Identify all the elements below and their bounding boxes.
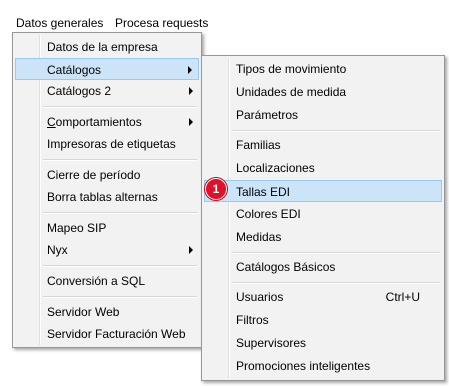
submenu-arrow-icon [188, 66, 192, 74]
menu-item-conversion-sql[interactable]: Conversión a SQL [15, 270, 199, 292]
submenu-item-unidades-medida[interactable]: Unidades de medida [204, 81, 442, 103]
menu-item-impresoras[interactable]: Impresoras de etiquetas [15, 133, 199, 155]
datos-generales-dropdown: Datos de la empresa Catálogos Catálogos … [12, 32, 202, 348]
submenu-arrow-icon [189, 246, 193, 254]
menu-item-label: Comportamientos [47, 111, 142, 133]
menu-separator [232, 252, 440, 254]
menu-item-label: Conversión a SQL [47, 274, 146, 288]
step-number-badge: 1 [205, 178, 227, 200]
menu-item-label: Localizaciones [236, 161, 315, 175]
menu-item-label: Catálogos [47, 63, 102, 77]
menu-item-label: Tallas EDI [236, 185, 291, 199]
submenu-item-filtros[interactable]: Filtros [204, 309, 442, 331]
menu-separator [43, 296, 197, 298]
submenu-item-catalogos-basicos[interactable]: Catálogos Básicos [204, 256, 442, 278]
menu-item-catalogos[interactable]: Catálogos [15, 58, 199, 80]
menu-item-label: Cierre de período [47, 168, 141, 182]
submenu-arrow-icon [189, 118, 193, 126]
menu-separator [43, 265, 197, 267]
menu-item-label: Nyx [47, 243, 68, 257]
menu-item-comportamientos[interactable]: Comportamientos [15, 111, 199, 133]
submenu-arrow-icon [189, 87, 193, 95]
menu-item-label: Servidor Facturación Web [47, 327, 186, 341]
menu-item-label: Unidades de medida [236, 85, 347, 99]
menu-procesa-requests-label: Procesa requests [115, 16, 209, 30]
menu-separator [43, 212, 197, 214]
submenu-item-familias[interactable]: Familias [204, 134, 442, 156]
menu-item-label: Datos de la empresa [47, 40, 158, 54]
submenu-item-parametros[interactable]: Parámetros [204, 104, 442, 126]
catalogos-submenu: Tipos de movimiento Unidades de medida P… [201, 55, 445, 381]
menu-item-label: Servidor Web [47, 305, 120, 319]
menu-item-label: Usuarios [236, 290, 284, 304]
menu-item-servidor-web[interactable]: Servidor Web [15, 301, 199, 323]
menu-item-label: Catálogos 2 [47, 84, 112, 98]
menu-item-catalogos-2[interactable]: Catálogos 2 [15, 80, 199, 102]
menu-separator [43, 159, 197, 161]
menu-procesa-requests[interactable]: Procesa requests [115, 15, 208, 32]
menu-item-label: Promociones inteligentes [236, 359, 371, 373]
submenu-item-tallas-edi[interactable]: Tallas EDI [204, 180, 442, 202]
menu-item-label: Impresoras de etiquetas [47, 137, 176, 151]
menu-item-label: Tipos de movimiento [236, 62, 347, 76]
submenu-item-supervisores[interactable]: Supervisores [204, 332, 442, 354]
menu-bar: Datos generales Procesa requests [0, 0, 449, 32]
submenu-item-medidas[interactable]: Medidas [204, 226, 442, 248]
menu-item-nyx[interactable]: Nyx [15, 239, 199, 261]
menu-datos-generales[interactable]: Datos generales [16, 15, 103, 32]
menu-item-label: Medidas [236, 230, 282, 244]
menu-item-label: Catálogos Básicos [236, 260, 336, 274]
menu-item-label: Familias [236, 138, 281, 152]
menu-item-servidor-facturacion[interactable]: Servidor Facturación Web [15, 323, 199, 345]
shortcut-text: Ctrl+U [385, 290, 420, 304]
submenu-item-promociones[interactable]: Promociones inteligentes [204, 355, 442, 377]
submenu-item-colores-edi[interactable]: Colores EDI [204, 203, 442, 225]
label-rest: omportamientos [55, 115, 142, 129]
submenu-item-usuarios[interactable]: Usuarios Ctrl+U [204, 286, 442, 308]
menu-item-label: Parámetros [236, 108, 299, 122]
menu-item-datos-empresa[interactable]: Datos de la empresa [15, 36, 199, 58]
menu-separator [43, 106, 197, 108]
mnemonic-letter: C [47, 115, 56, 129]
submenu-item-localizaciones[interactable]: Localizaciones [204, 157, 442, 179]
menu-item-mapeo-sip[interactable]: Mapeo SIP [15, 217, 199, 239]
menu-separator [232, 282, 440, 284]
menu-item-label: Borra tablas alternas [47, 190, 158, 204]
menu-item-label: Mapeo SIP [47, 221, 107, 235]
submenu-item-tipos-movimiento[interactable]: Tipos de movimiento [204, 58, 442, 80]
menu-item-borra-tablas[interactable]: Borra tablas alternas [15, 186, 199, 208]
menu-separator [232, 130, 440, 132]
menu-item-label: Supervisores [236, 336, 307, 350]
menu-item-cierre-periodo[interactable]: Cierre de período [15, 164, 199, 186]
menu-datos-generales-label: Datos generales [16, 16, 104, 30]
menu-item-label: Filtros [236, 313, 269, 327]
menu-item-label: Colores EDI [236, 207, 301, 221]
